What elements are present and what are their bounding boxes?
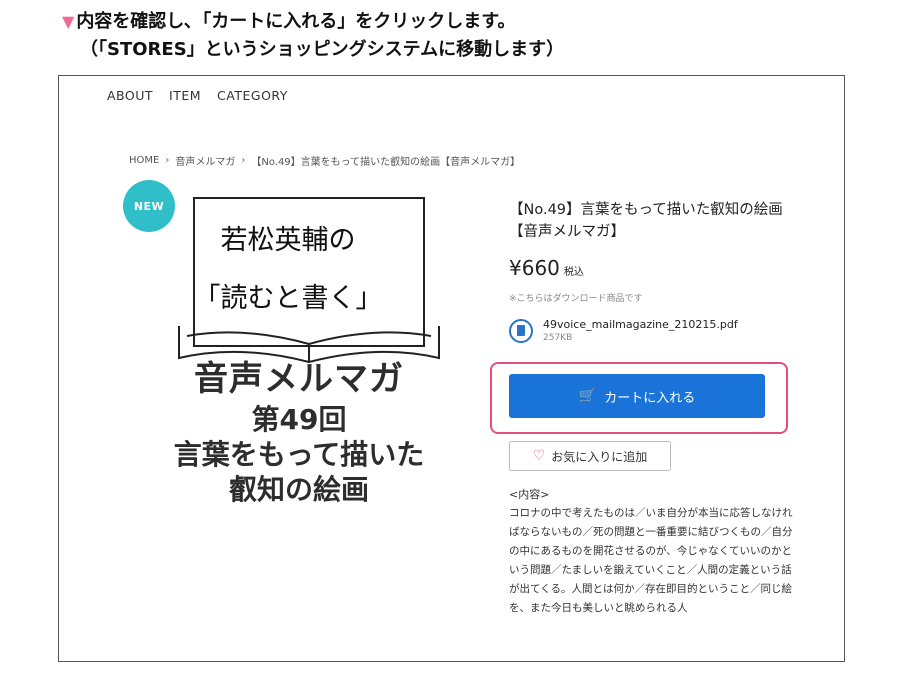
cart-icon: 🛒	[578, 388, 597, 404]
cover-issue: 第49回	[251, 403, 347, 436]
nav-about[interactable]: ABOUT	[107, 88, 153, 103]
download-note: ※こちらはダウンロード商品です	[509, 294, 643, 304]
heart-icon: ♡	[532, 448, 546, 464]
breadcrumb: HOME › 音声メルマガ › 【No.49】言葉をもって描いた叡知の絵画【音声…	[129, 153, 520, 168]
product-price: ¥660 税込	[509, 256, 584, 280]
file-size: 257KB	[543, 333, 573, 343]
description-label: <内容>	[509, 488, 550, 501]
book-subtitle: 「読むと書く」	[193, 283, 383, 314]
instruction-line2: （「STORES」というショッピングシステムに移動します）	[80, 39, 565, 60]
down-triangle-icon: ▼	[62, 12, 75, 31]
chevron-right-icon: ›	[241, 155, 246, 166]
add-to-cart-label: カートに入れる	[604, 390, 696, 406]
instruction-line1: 内容を確認し､「カートに入れる」をクリックします。	[76, 11, 516, 32]
add-to-cart-button[interactable]: 🛒 カートに入れる	[509, 374, 765, 418]
breadcrumb-current: 【No.49】言葉をもって描いた叡知の絵画【音声メルマガ】	[251, 157, 521, 168]
instruction-text: ▼ 内容を確認し､「カートに入れる」をクリックします。 （「STORES」というシ…	[62, 8, 564, 64]
file-name: 49voice_mailmagazine_210215.pdf	[543, 318, 738, 331]
nav-item[interactable]: ITEM	[169, 88, 201, 103]
cover-topic-line1: 言葉をもって描いた	[173, 438, 425, 471]
breadcrumb-home[interactable]: HOME	[129, 155, 159, 166]
product-title: 【No.49】言葉をもって描いた叡知の絵画【音声メルマガ】	[509, 202, 783, 240]
breadcrumb-category[interactable]: 音声メルマガ	[175, 153, 235, 168]
description-text: コロナの中で考えたものは／いま自分が本当に応答しなければならないもの／死の問題と…	[509, 507, 793, 614]
nav-category[interactable]: CATEGORY	[217, 88, 288, 103]
price-value: ¥660	[509, 256, 560, 280]
chevron-right-icon: ›	[165, 155, 170, 166]
top-nav: ABOUT ITEM CATEGORY	[107, 88, 288, 103]
add-to-favorites-button[interactable]: ♡ お気に入りに追加	[509, 441, 671, 471]
cover-heading: 音声メルマガ	[194, 359, 404, 399]
tax-label: 税込	[563, 267, 584, 278]
document-icon	[509, 318, 533, 343]
store-page-frame: ABOUT ITEM CATEGORY HOME › 音声メルマガ › 【No.…	[58, 75, 845, 662]
add-to-favorites-label: お気に入りに追加	[551, 449, 648, 464]
file-info: 49voice_mailmagazine_210215.pdf 257KB	[509, 318, 738, 343]
book-title: 若松英輔の	[220, 225, 356, 256]
cover-topic-line2: 叡知の絵画	[228, 473, 369, 506]
